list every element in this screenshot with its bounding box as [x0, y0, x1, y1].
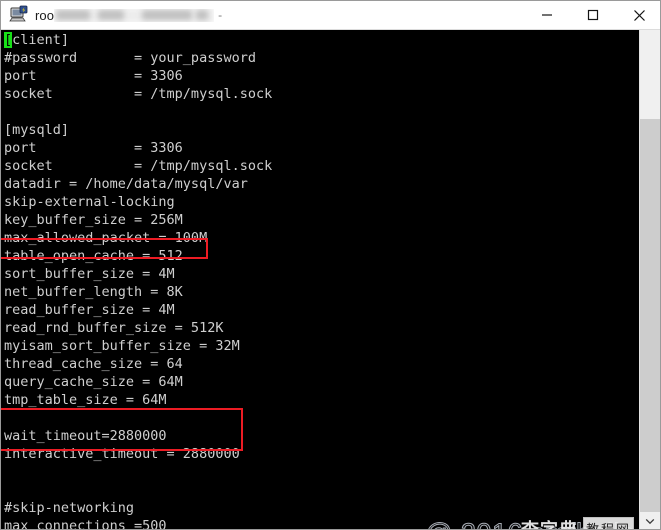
terminal-line: table_open_cache = 512: [4, 248, 183, 264]
close-button[interactable]: [616, 1, 660, 29]
terminal-line: tmp_table_size = 64M: [4, 392, 167, 408]
window-title-redacted: [54, 8, 215, 22]
terminal-line: max_connections =500: [4, 518, 167, 530]
terminal-line: datadir = /home/data/mysql/var: [4, 176, 248, 192]
terminal-body[interactable]: [client] #password = your_passwordport = …: [1, 30, 641, 530]
watermark-english: @ 2016 cmfhello.com: [424, 518, 641, 530]
putty-terminal-window: roo - [client] #password = your_password…: [0, 0, 661, 530]
terminal-line: net_buffer_length = 8K: [4, 284, 183, 300]
terminal-line: thread_cache_size = 64: [4, 356, 183, 372]
terminal-line: read_rnd_buffer_size = 512K: [4, 320, 224, 336]
terminal-line: key_buffer_size = 256M: [4, 212, 183, 228]
terminal-line: #password = your_password: [4, 50, 256, 66]
watermark-chinese-main: 查字典: [521, 516, 578, 529]
terminal-line: port = 3306: [4, 68, 183, 84]
terminal-text: [client] #password = your_passwordport = …: [4, 31, 273, 530]
terminal-line: query_cache_size = 64M: [4, 374, 183, 390]
terminal-line: #skip-networking: [4, 500, 135, 516]
scrollbar-thumb[interactable]: [640, 30, 660, 119]
minimize-button[interactable]: [524, 1, 570, 29]
putty-icon: [9, 5, 29, 25]
terminal-cursor: [: [4, 32, 13, 48]
watermark-chinese-badge: 教程网: [583, 517, 635, 529]
window-title-prefix: roo: [35, 7, 55, 23]
window-title: roo -: [35, 1, 524, 29]
terminal-line: sort_buffer_size = 4M: [4, 266, 175, 282]
title-bar[interactable]: roo -: [1, 1, 660, 30]
terminal-line: skip-external-locking: [4, 194, 175, 210]
terminal-line: wait_timeout=2880000: [4, 428, 167, 444]
terminal-line: socket = /tmp/mysql.sock: [4, 86, 273, 102]
terminal-line: read_buffer_size = 4M: [4, 302, 175, 318]
terminal-line: port = 3306: [4, 140, 183, 156]
terminal-line: myisam_sort_buffer_size = 32M: [4, 338, 240, 354]
watermark-chinese: 查字典 教程网 jiaocheng.chazidian.com: [521, 516, 641, 529]
vertical-scrollbar[interactable]: [639, 30, 660, 529]
terminal-line: [client]: [4, 32, 70, 48]
terminal-line: socket = /tmp/mysql.sock: [4, 158, 273, 174]
scroll-down-arrow-button[interactable]: [640, 512, 660, 529]
window-title-suffix: -: [218, 8, 223, 22]
maximize-button[interactable]: [570, 1, 616, 29]
terminal-line: max_allowed_packet = 100M: [4, 230, 208, 246]
terminal-line: interactive_timeout = 2880000: [4, 446, 240, 462]
terminal-line: [mysqld]: [4, 122, 70, 138]
